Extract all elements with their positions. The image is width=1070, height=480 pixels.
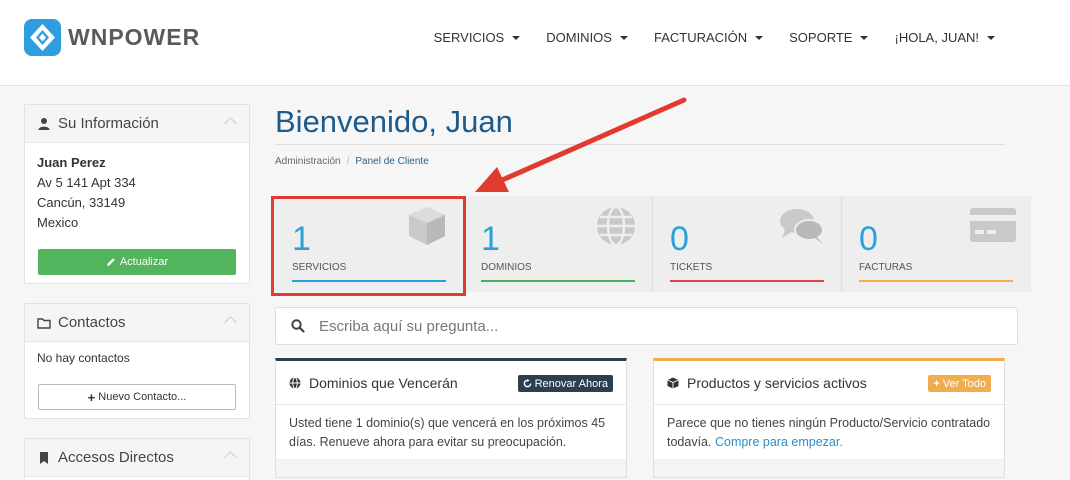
- caret-down-icon: [987, 36, 995, 40]
- tile-tickets[interactable]: 0 TICKETS: [653, 196, 842, 292]
- knowledgebase-search[interactable]: [275, 307, 1018, 345]
- caret-down-icon: [755, 36, 764, 40]
- no-contacts-text: No hay contactos: [37, 351, 130, 365]
- tile-dominios[interactable]: 1 DOMINIOS: [464, 196, 653, 292]
- stat-count: 0: [859, 220, 878, 258]
- renew-now-label: Renovar Ahora: [534, 377, 608, 390]
- folder-icon: [37, 317, 51, 329]
- search-input[interactable]: [319, 317, 969, 335]
- comments-icon: [780, 209, 824, 244]
- panel-header[interactable]: Su Información: [25, 105, 249, 143]
- panel-accesos-directos: Accesos Directos: [24, 438, 250, 480]
- stat-label: FACTURAS: [859, 262, 913, 273]
- nav-label: SERVICIOS: [433, 30, 505, 45]
- domains-expiring-text: Usted tiene 1 dominio(s) que vencerá en …: [289, 416, 606, 449]
- card-footer: [276, 459, 626, 477]
- plus-icon: +: [933, 377, 940, 390]
- panel-body: Juan Perez Av 5 141 Apt 334 Cancún, 3314…: [25, 143, 249, 243]
- title-divider: [275, 144, 1005, 145]
- bookmark-icon: [40, 451, 48, 464]
- client-address-line1: Av 5 141 Apt 334: [37, 175, 136, 190]
- brand-name: WNPOWER: [68, 24, 201, 50]
- chevron-up-icon[interactable]: [224, 316, 237, 329]
- panel-header[interactable]: Accesos Directos: [25, 439, 249, 477]
- update-button[interactable]: Actualizar: [38, 249, 236, 275]
- card-header: Dominios que Vencerán Renovar Ahora: [276, 361, 626, 405]
- client-name: Juan Perez: [37, 155, 106, 170]
- nav-soporte[interactable]: SOPORTE: [776, 28, 881, 48]
- renew-now-button[interactable]: Renovar Ahora: [517, 375, 613, 392]
- nav-facturacion[interactable]: FACTURACIÓN: [641, 28, 776, 48]
- nav-label: DOMINIOS: [546, 30, 612, 45]
- top-header: WNPOWER SERVICIOS DOMINIOS FACTURACIÓN S…: [0, 0, 1070, 86]
- globe-icon: [597, 205, 635, 247]
- globe-icon: [289, 376, 301, 389]
- stat-count: 1: [481, 220, 500, 258]
- breadcrumb: Administración / Panel de Cliente: [275, 156, 429, 167]
- nav-label: FACTURACIÓN: [653, 30, 748, 45]
- panel-header[interactable]: Contactos: [25, 304, 249, 342]
- caret-down-icon: [512, 36, 521, 40]
- caret-down-icon: [860, 36, 869, 40]
- nav-servicios[interactable]: SERVICIOS: [421, 28, 534, 48]
- new-contact-button[interactable]: + Nuevo Contacto...: [38, 384, 236, 410]
- panel-title: Contactos: [58, 314, 126, 331]
- stat-underline: [481, 280, 635, 282]
- chevron-up-icon[interactable]: [224, 451, 237, 464]
- nav-user-menu[interactable]: ¡HOLA, JUAN!: [881, 28, 1008, 48]
- nav-label: SOPORTE: [789, 30, 853, 45]
- credit-card-icon: [970, 208, 1016, 242]
- panel-contactos: Contactos No hay contactos + Nuevo Conta…: [24, 303, 250, 419]
- panel-title: Su Información: [58, 115, 159, 132]
- brand-logo[interactable]: WNPOWER: [24, 19, 200, 56]
- cube-icon: [667, 377, 679, 388]
- card-body: Usted tiene 1 dominio(s) que vencerá en …: [276, 405, 626, 461]
- tile-facturas[interactable]: 0 FACTURAS: [842, 196, 1031, 292]
- page-title: Bienvenido, Juan: [275, 104, 513, 139]
- chevron-up-icon[interactable]: [224, 117, 237, 130]
- breadcrumb-separator: /: [346, 156, 350, 167]
- pencil-icon: [106, 258, 115, 266]
- buy-to-start-link[interactable]: Compre para empezar.: [715, 435, 843, 449]
- panel-title: Accesos Directos: [58, 449, 174, 466]
- plus-icon: +: [87, 389, 96, 405]
- caret-down-icon: [619, 36, 628, 40]
- breadcrumb-item-current: Panel de Cliente: [355, 156, 429, 167]
- card-dominios-venceran: Dominios que Vencerán Renovar Ahora Uste…: [275, 358, 627, 478]
- card-productos-activos: Productos y servicios activos + Ver Todo…: [653, 358, 1005, 478]
- panel-su-informacion: Su Información Juan Perez Av 5 141 Apt 3…: [24, 104, 250, 284]
- stat-count: 0: [670, 220, 689, 258]
- view-all-label: Ver Todo: [942, 377, 986, 390]
- view-all-button[interactable]: + Ver Todo: [928, 375, 991, 392]
- card-body: Parece que no tienes ningún Producto/Ser…: [654, 405, 1004, 461]
- user-icon: [38, 117, 50, 130]
- new-contact-label: Nuevo Contacto...: [98, 391, 187, 403]
- card-title: Productos y servicios activos: [687, 374, 867, 391]
- highlight-box: [271, 196, 466, 296]
- breadcrumb-item-admin[interactable]: Administración: [275, 156, 341, 167]
- panel-body: No hay contactos: [25, 342, 249, 378]
- nav-label: ¡HOLA, JUAN!: [894, 30, 979, 45]
- client-address-line2: Cancún, 33149: [37, 195, 126, 210]
- logo-icon: [24, 19, 61, 56]
- stat-underline: [859, 280, 1013, 282]
- card-footer: [654, 459, 1004, 477]
- client-country: Mexico: [37, 215, 79, 230]
- stat-label: TICKETS: [670, 262, 713, 273]
- update-button-label: Actualizar: [119, 256, 169, 268]
- stat-underline: [670, 280, 824, 282]
- search-icon: [291, 319, 305, 333]
- main-nav: SERVICIOS DOMINIOS FACTURACIÓN SOPORTE ¡…: [421, 28, 1008, 48]
- nav-dominios[interactable]: DOMINIOS: [533, 28, 641, 48]
- card-header: Productos y servicios activos + Ver Todo: [654, 361, 1004, 405]
- card-title: Dominios que Vencerán: [309, 374, 458, 391]
- stat-label: DOMINIOS: [481, 262, 532, 273]
- refresh-icon: [523, 379, 531, 388]
